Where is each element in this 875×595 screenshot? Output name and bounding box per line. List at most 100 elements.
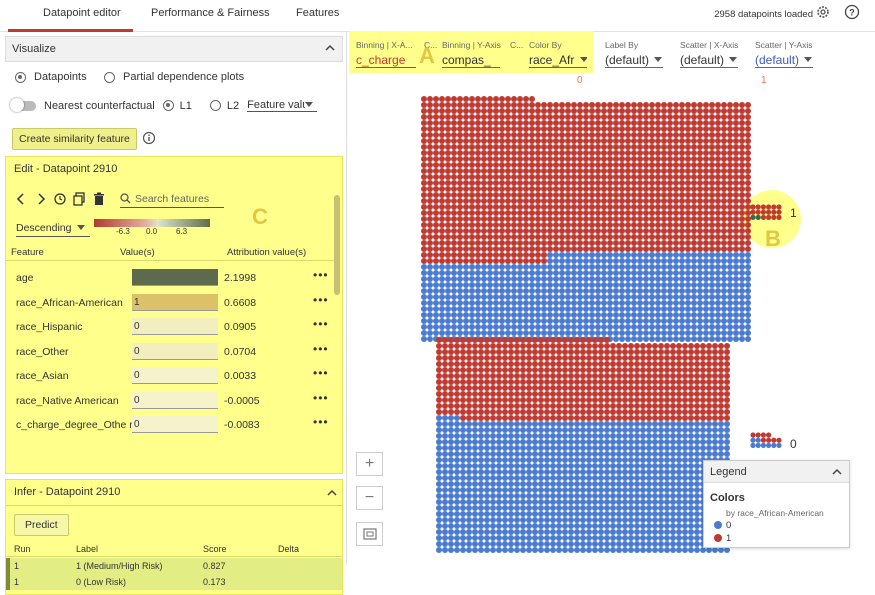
datapoint: [661, 144, 667, 150]
datapoint: [709, 306, 715, 312]
label-by-select[interactable]: (default): [605, 53, 663, 68]
datapoint: [607, 180, 613, 186]
datapoint: [517, 336, 523, 342]
feature-value-input[interactable]: 0: [132, 416, 218, 433]
datapoint: [571, 330, 577, 336]
predict-button[interactable]: Predict: [14, 514, 69, 536]
feature-value-input[interactable]: 0: [132, 318, 218, 335]
pdp-radio-row[interactable]: Partial dependence plots: [104, 71, 244, 83]
help-icon[interactable]: ?: [843, 3, 861, 21]
edit-scrollbar[interactable]: [334, 195, 340, 295]
l1-radio[interactable]: [162, 100, 174, 111]
datapoint: [457, 192, 463, 198]
datapoint: [676, 349, 682, 355]
delete-icon[interactable]: [93, 192, 105, 209]
datapoint: [643, 132, 649, 138]
datapoint: [511, 186, 517, 192]
feature-value-input[interactable]: [132, 269, 218, 286]
datapoint: [598, 541, 604, 547]
datapoint: [472, 385, 478, 391]
legend-header[interactable]: Legend: [704, 461, 849, 483]
more-options-icon[interactable]: •••: [313, 317, 329, 331]
datapoint: [457, 234, 463, 240]
datapoint: [679, 114, 685, 120]
chevron-up-icon[interactable]: [326, 487, 338, 499]
distance-feature-select[interactable]: Feature valu: [247, 99, 318, 112]
search-features-field[interactable]: Search features: [120, 190, 224, 208]
datapoint: [640, 421, 646, 427]
datapoint: [589, 246, 595, 252]
chevron-up-icon[interactable]: [831, 466, 843, 478]
datapoint: [490, 475, 496, 481]
feature-value-input[interactable]: 0: [132, 391, 218, 409]
tab-features[interactable]: Features: [296, 7, 339, 19]
datapoint: [574, 367, 580, 373]
zoom-in-button[interactable]: +: [356, 452, 383, 476]
datapoint: [427, 204, 433, 210]
fit-to-screen-button[interactable]: [356, 522, 383, 546]
datapoint: [565, 234, 571, 240]
more-options-icon[interactable]: •••: [313, 366, 329, 380]
create-similarity-feature-button[interactable]: Create similarity feature: [12, 128, 137, 150]
datapoint: [667, 270, 673, 276]
binning-x-select[interactable]: c_charge: [356, 53, 416, 68]
datapoint: [664, 547, 670, 553]
scatter-y-select[interactable]: (default): [755, 53, 813, 68]
pdp-radio[interactable]: [104, 71, 115, 83]
feature-value-input[interactable]: 1: [132, 293, 218, 311]
more-options-icon[interactable]: •••: [313, 391, 329, 405]
l2-radio[interactable]: [209, 100, 221, 111]
datapoint: [571, 186, 577, 192]
datapoint: [541, 324, 547, 330]
chevron-right-icon[interactable]: [36, 193, 46, 208]
feature-value-input[interactable]: 0: [132, 342, 218, 360]
datapoint: [475, 288, 481, 294]
datapoint: [532, 367, 538, 373]
datapoint: [436, 457, 442, 463]
copy-icon[interactable]: [73, 192, 87, 209]
more-options-icon[interactable]: •••: [313, 268, 329, 282]
nearest-counterfactual-toggle[interactable]: [10, 97, 36, 112]
color-by-select[interactable]: race_Afr: [529, 53, 587, 68]
sort-order-select[interactable]: Descending: [16, 219, 90, 237]
datapoint: [526, 415, 532, 421]
datapoints-radio[interactable]: [15, 71, 26, 83]
datapoint: [475, 282, 481, 288]
datapoint: [682, 487, 688, 493]
datapoints-radio-row[interactable]: Datapoints: [15, 71, 87, 83]
chevron-left-icon[interactable]: [16, 193, 26, 208]
datapoint: [520, 505, 526, 511]
datapoint: [688, 355, 694, 361]
datapoint: [616, 511, 622, 517]
infer-header[interactable]: Infer - Datapoint 2910: [6, 480, 342, 506]
datapoint: [718, 385, 724, 391]
datapoint: [631, 288, 637, 294]
datapoint: [550, 403, 556, 409]
datapoint: [694, 457, 700, 463]
visualize-header[interactable]: Visualize: [5, 36, 343, 62]
settings-icon[interactable]: [814, 3, 832, 21]
binning-y-select[interactable]: compas_: [442, 53, 500, 68]
datapoint: [718, 397, 724, 403]
chevron-up-icon[interactable]: [324, 42, 336, 54]
more-options-icon[interactable]: •••: [313, 293, 329, 307]
history-icon[interactable]: [53, 192, 67, 209]
datapoint: [475, 126, 481, 132]
datapoint: [493, 204, 499, 210]
tab-datapoint-editor[interactable]: Datapoint editor: [43, 7, 121, 19]
datapoint: [682, 439, 688, 445]
more-options-icon[interactable]: •••: [313, 342, 329, 356]
tab-performance-fairness[interactable]: Performance & Fairness: [151, 7, 270, 19]
datapoint: [739, 198, 745, 204]
datapoint: [421, 306, 427, 312]
more-options-icon[interactable]: •••: [313, 415, 329, 429]
datapoint: [466, 409, 472, 415]
datapoint: [547, 120, 553, 126]
info-icon[interactable]: [142, 131, 156, 148]
scatter-x-select[interactable]: (default): [680, 53, 738, 68]
datapoint: [463, 306, 469, 312]
datapoint: [421, 150, 427, 156]
zoom-out-button[interactable]: −: [356, 486, 383, 510]
feature-value-input[interactable]: 0: [132, 367, 218, 384]
datapoint: [442, 523, 448, 529]
